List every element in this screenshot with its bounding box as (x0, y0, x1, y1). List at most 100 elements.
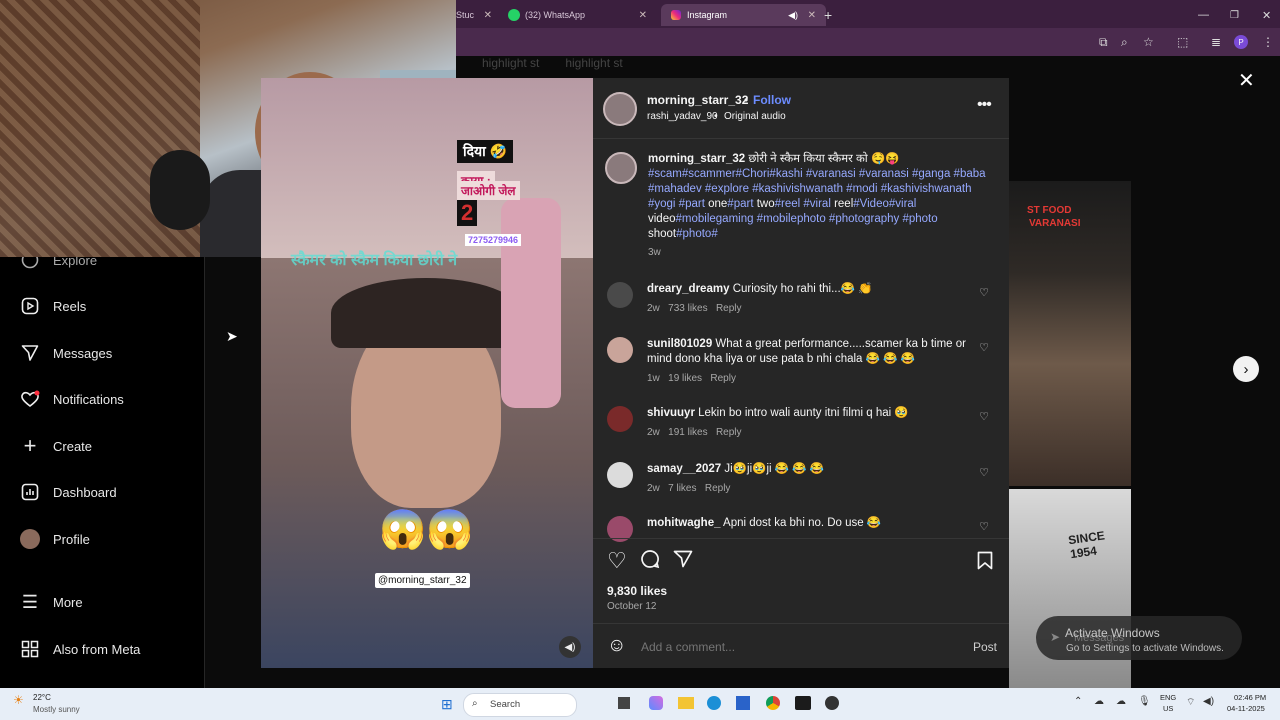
comment-username[interactable]: samay__2027 (647, 463, 721, 475)
store-icon[interactable] (736, 696, 750, 710)
tab-instagram[interactable]: Instagram ◀) ✕ (661, 4, 826, 26)
tray-chevron-icon[interactable]: ⌃ (1074, 696, 1082, 707)
audio-label[interactable]: Original audio (724, 111, 786, 122)
tab-studio[interactable]: Stuc ✕ (456, 4, 494, 26)
weather-temp[interactable]: 22°C (33, 693, 51, 702)
save-bookmark-icon[interactable] (977, 551, 993, 575)
sidebar-item-create[interactable]: + Create (20, 433, 92, 458)
comment-likes[interactable]: 191 likes (668, 427, 707, 438)
weather-desc[interactable]: Mostly sunny (33, 705, 80, 714)
comment-likes[interactable]: 7 likes (668, 483, 696, 494)
comment-username[interactable]: mohitwaghe_ (647, 517, 720, 529)
reply-button[interactable]: Reply (716, 427, 742, 438)
maximize-icon[interactable]: ❐ (1230, 4, 1239, 26)
copilot-icon[interactable] (649, 696, 663, 710)
clock-date[interactable]: 04-11-2025 (1227, 704, 1265, 713)
reply-button[interactable]: Reply (710, 373, 736, 384)
install-app-icon[interactable]: ⧉ (1099, 35, 1108, 50)
bookmark-star-icon[interactable]: ☆ (1143, 35, 1154, 49)
more-options-icon[interactable]: ••• (977, 96, 992, 114)
like-comment-icon[interactable]: ♡ (979, 410, 989, 423)
hashtag-link[interactable]: #photo# (676, 228, 718, 240)
wifi-icon[interactable]: ⌔ (1186, 696, 1195, 709)
share-icon[interactable] (673, 550, 693, 573)
file-explorer-icon[interactable] (678, 697, 694, 709)
avatar[interactable] (607, 406, 633, 432)
sidebar-item-notifications[interactable]: Notifications (20, 389, 124, 409)
likes-count[interactable]: 9,830 likes (607, 584, 667, 598)
language-region[interactable]: US (1163, 704, 1173, 713)
sidebar-item-profile[interactable]: Profile (20, 529, 90, 549)
close-tab-icon[interactable]: ✕ (808, 10, 816, 21)
more-options-icon[interactable]: ⋮ (1262, 35, 1274, 49)
reply-button[interactable]: Reply (716, 303, 742, 314)
media-control-icon[interactable]: ≣ (1211, 35, 1221, 49)
chrome-icon[interactable] (766, 696, 780, 710)
address-bar[interactable] (456, 28, 1280, 56)
sidebar-item-dashboard[interactable]: Dashboard (20, 482, 117, 502)
audio-user[interactable]: rashi_yadav_90 (647, 111, 718, 122)
new-tab-icon[interactable]: + (824, 4, 840, 26)
next-post-arrow-icon[interactable]: › (1233, 356, 1259, 382)
hashtag-link[interactable]: #mobilegaming #mobilephoto #photography … (676, 213, 938, 225)
sidebar-item-more[interactable]: ☰ More (20, 592, 83, 612)
edge-icon[interactable] (707, 696, 721, 710)
post-username[interactable]: morning_starr_32 (647, 93, 748, 107)
clock-time[interactable]: 02:46 PM (1234, 693, 1266, 702)
capcut-icon[interactable] (795, 696, 811, 710)
hashtag-link[interactable]: #reel #viral (775, 198, 831, 210)
caption-hashtags[interactable]: #mahadev #explore #kashivishwanath #modi… (648, 182, 993, 197)
close-window-icon[interactable]: ✕ (1262, 4, 1271, 26)
tray-icon[interactable]: ☁ (1116, 696, 1126, 707)
language-indicator[interactable]: ENG (1160, 693, 1176, 702)
tab-whatsapp[interactable]: (32) WhatsApp ✕ (508, 4, 653, 26)
comment-username[interactable]: sunil801029 (647, 338, 712, 350)
avatar[interactable] (607, 282, 633, 308)
sidebar-item-meta[interactable]: Also from Meta (20, 639, 140, 659)
close-tab-icon[interactable]: ✕ (484, 10, 492, 21)
minimize-icon[interactable]: — (1198, 4, 1209, 26)
comment-username[interactable]: dreary_dreamy (647, 283, 729, 295)
like-comment-icon[interactable]: ♡ (979, 466, 989, 479)
close-modal-icon[interactable]: ✕ (1238, 68, 1255, 93)
caption-hashtags[interactable]: #scam#scammer#Chori#kashi #varanasi #var… (648, 167, 993, 182)
taskbar-search[interactable]: ⌕ Search (463, 693, 577, 717)
taskview-icon[interactable] (618, 697, 630, 709)
windows-start-icon[interactable]: ⊞ (441, 696, 453, 713)
sidebar-item-messages[interactable]: Messages (20, 343, 112, 363)
volume-icon[interactable]: ◀) (1203, 696, 1214, 707)
hashtag-link[interactable]: #part (727, 198, 753, 210)
zoom-icon[interactable]: ⌕ (1121, 35, 1128, 50)
extensions-icon[interactable]: ⬚ (1177, 35, 1188, 49)
sound-icon[interactable]: ◀) (559, 636, 581, 658)
next-post-preview[interactable]: ST FOOD VARANASI (1009, 181, 1131, 486)
reel-video[interactable]: दिया 🤣 काया : जाओगी जेल 2 7275279946 स्क… (261, 78, 593, 668)
weather-icon[interactable]: ☀ (13, 693, 24, 707)
like-comment-icon[interactable]: ♡ (979, 520, 989, 533)
avatar[interactable] (607, 337, 633, 363)
comment-username[interactable]: shivuuyr (647, 407, 695, 419)
hashtag-link[interactable]: #Video#viral (853, 198, 916, 210)
comment-likes[interactable]: 733 likes (668, 303, 707, 314)
comment-icon[interactable] (640, 549, 660, 574)
close-tab-icon[interactable]: ✕ (639, 10, 647, 21)
follow-button[interactable]: Follow (753, 93, 791, 107)
post-comment-button[interactable]: Post (973, 640, 997, 654)
profile-avatar[interactable]: P (1234, 35, 1248, 49)
avatar[interactable] (603, 92, 637, 126)
emoji-picker-icon[interactable]: ☺ (607, 635, 626, 657)
tray-icon[interactable]: ☁ (1094, 696, 1104, 707)
comment-likes[interactable]: 19 likes (668, 373, 702, 384)
hashtag-link[interactable]: #yogi #part (648, 198, 705, 210)
like-comment-icon[interactable]: ♡ (979, 286, 989, 299)
like-icon[interactable]: ♡ (607, 548, 627, 574)
comment-input[interactable] (639, 637, 943, 657)
microphone-icon[interactable]: 🎙 (1138, 696, 1151, 707)
caption-username[interactable]: morning_starr_32 (648, 153, 745, 165)
mute-tab-icon[interactable]: ◀) (788, 10, 798, 21)
obs-icon[interactable] (825, 696, 839, 710)
avatar[interactable] (605, 152, 637, 184)
like-comment-icon[interactable]: ♡ (979, 341, 989, 354)
avatar[interactable] (607, 462, 633, 488)
sidebar-item-reels[interactable]: Reels (20, 296, 86, 316)
